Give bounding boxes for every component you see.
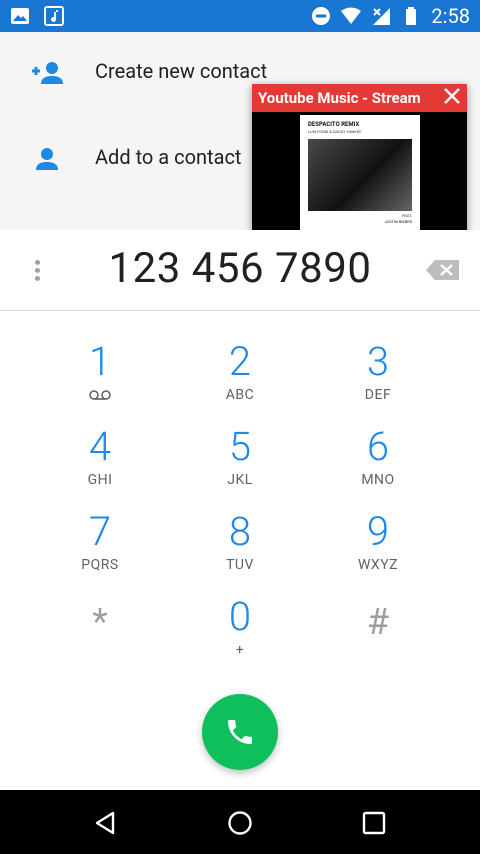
key-3[interactable]: 3 DEF [308, 339, 448, 419]
key-4[interactable]: 4 GHI [30, 424, 170, 504]
key-7-letters: PQRS [81, 557, 119, 573]
popup-title: Youtube Music - Stream [258, 89, 421, 107]
key-0[interactable]: 0 + [170, 594, 310, 674]
popup-header[interactable]: Youtube Music - Stream [252, 84, 467, 112]
person-icon [36, 148, 58, 170]
key-3-letters: DEF [364, 387, 392, 403]
gallery-icon [11, 8, 29, 24]
key-0-letters: + [235, 642, 245, 658]
album-subtitle: LUIS FONSI & DADDY YANKEE [308, 129, 362, 134]
key-6-letters: MNO [361, 472, 395, 488]
key-5-digit: 5 [228, 423, 252, 470]
key-2-digit: 2 [228, 338, 252, 385]
key-9[interactable]: 9 WXYZ [308, 509, 448, 589]
album-feat-line2: JUSTIN BIEBER [384, 219, 412, 224]
close-icon[interactable] [443, 87, 461, 105]
key-6[interactable]: 6 MNO [308, 424, 448, 504]
recents-icon[interactable] [361, 810, 387, 836]
key-2[interactable]: 2 ABC [170, 339, 310, 419]
key-6-digit: 6 [366, 423, 390, 470]
key-star-symbol: * [92, 601, 108, 643]
key-hash[interactable]: # [308, 589, 448, 669]
clock: 2:58 [431, 4, 470, 28]
create-new-contact-label: Create new contact [95, 59, 268, 83]
key-star[interactable]: * [30, 589, 170, 669]
key-3-digit: 3 [366, 338, 390, 385]
back-icon[interactable] [93, 810, 119, 836]
battery-icon [406, 7, 417, 25]
add-to-contact-label: Add to a contact [95, 145, 242, 169]
key-1-digit: 1 [88, 338, 112, 385]
call-button[interactable] [202, 694, 278, 770]
backspace-icon[interactable] [425, 258, 461, 282]
album-featuring: FEAT. JUSTIN BIEBER [384, 213, 412, 225]
key-4-letters: GHI [87, 472, 113, 488]
key-hash-symbol: # [366, 601, 390, 643]
home-icon[interactable] [227, 810, 253, 836]
floating-video-player[interactable]: Youtube Music - Stream DESPACITO REMIX L… [252, 84, 467, 234]
key-8[interactable]: 8 TUV [170, 509, 310, 589]
album-art: DESPACITO REMIX LUIS FONSI & DADDY YANKE… [300, 115, 420, 233]
dialed-number-bar: 123 456 7890 [0, 230, 480, 311]
key-5-letters: JKL [227, 472, 253, 488]
wifi-icon [341, 7, 362, 24]
album-photo [308, 139, 412, 211]
key-7[interactable]: 7 PQRS [30, 509, 170, 589]
album-title: DESPACITO REMIX [308, 121, 360, 128]
dialed-number[interactable]: 123 456 7890 [0, 244, 480, 293]
key-9-digit: 9 [366, 508, 390, 555]
key-1[interactable]: 1 [30, 339, 170, 419]
phone-icon [228, 720, 252, 744]
key-8-letters: TUV [226, 557, 254, 573]
do-not-disturb-icon [312, 7, 331, 25]
key-4-digit: 4 [88, 423, 112, 470]
navigation-bar [0, 790, 480, 854]
key-8-digit: 8 [228, 508, 252, 555]
key-2-letters: ABC [225, 387, 255, 403]
no-signal-icon [373, 8, 391, 25]
key-9-letters: WXYZ [358, 557, 398, 573]
status-bar: 2:58 [0, 0, 480, 32]
key-0-digit: 0 [228, 593, 252, 640]
key-7-digit: 7 [88, 508, 112, 555]
add-person-icon [32, 62, 63, 84]
key-5[interactable]: 5 JKL [170, 424, 310, 504]
voicemail-icon [89, 390, 111, 400]
music-note-icon [44, 6, 64, 26]
